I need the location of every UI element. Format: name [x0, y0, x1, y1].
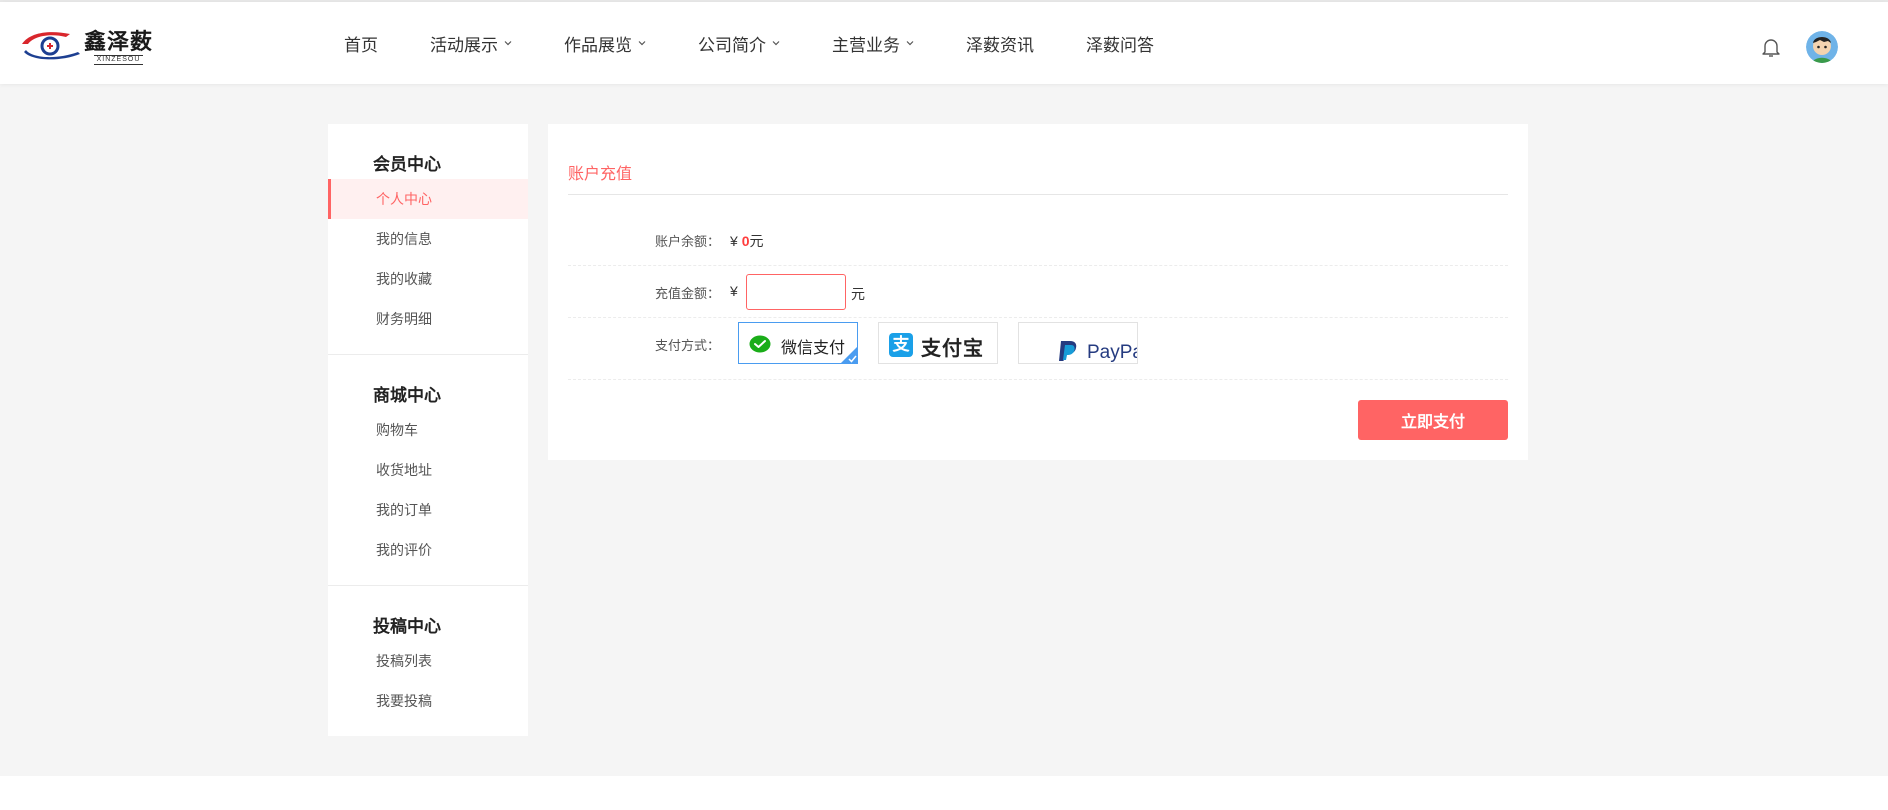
- sidebar-item-label: 我的信息: [376, 231, 432, 247]
- paypal-icon: [1059, 341, 1077, 361]
- sidebar-item-label: 个人中心: [376, 191, 432, 207]
- nav-item-label: 公司简介: [698, 35, 766, 55]
- sidebar-item-label: 投稿列表: [376, 653, 432, 669]
- logo-subtitle: XINZESOU: [93, 55, 144, 65]
- balance-value: ¥ 0元: [730, 231, 763, 251]
- unit-label: 元: [749, 233, 764, 249]
- sidebar-item-label: 购物车: [376, 422, 418, 438]
- sidebar-item-cart[interactable]: 购物车: [328, 410, 528, 450]
- payment-method-label: 支付方式：: [655, 338, 721, 353]
- logo[interactable]: 鑫泽薮 XINZESOU: [20, 30, 153, 65]
- nav-item-activities[interactable]: 活动展示: [430, 31, 512, 56]
- chevron-down-icon: [906, 41, 914, 46]
- amount-label: 充值金额：: [655, 286, 721, 301]
- sidebar-item-label: 收货地址: [376, 462, 432, 478]
- nav-item-label: 泽薮资讯: [966, 35, 1034, 55]
- avatar-image-icon: [1806, 31, 1838, 63]
- sidebar-item-label: 我的收藏: [376, 271, 432, 287]
- paypal-option[interactable]: PayPal: [1018, 322, 1138, 364]
- sidebar-item-label: 我的评价: [376, 542, 432, 558]
- page-title: 账户充值: [568, 166, 633, 183]
- payment-method-name: 微信支付: [781, 340, 846, 357]
- sidebar-item-label: 财务明细: [376, 311, 432, 327]
- chevron-down-icon: [772, 41, 780, 46]
- title-divider: [568, 194, 1508, 195]
- nav-item-home[interactable]: 首页: [344, 31, 378, 56]
- sidebar-item-address[interactable]: 收货地址: [328, 450, 528, 490]
- payment-method-name: PayPal: [1087, 342, 1137, 363]
- main-nav: 首页 活动展示 作品展览 公司简介 主营业务 泽薮资讯 泽薮问答: [344, 2, 1154, 84]
- currency-symbol: ¥: [730, 283, 738, 299]
- sidebar-item-submit[interactable]: 我要投稿: [328, 681, 528, 721]
- nav-item-label: 主营业务: [832, 35, 900, 55]
- sidebar: 会员中心 个人中心 我的信息 我的收藏 财务明细 商城中心 购物车 收货地址 我…: [328, 124, 528, 736]
- row-divider: [568, 317, 1508, 318]
- bell-icon[interactable]: [1760, 36, 1782, 58]
- alipay-option[interactable]: 支 支付宝: [878, 322, 998, 364]
- sidebar-item-favorites[interactable]: 我的收藏: [328, 259, 528, 299]
- sidebar-item-submissions[interactable]: 投稿列表: [328, 641, 528, 681]
- balance-label: 账户余额：: [655, 234, 721, 249]
- wechat-pay-option[interactable]: 微信支付: [738, 322, 858, 364]
- sidebar-group-title: 商城中心: [373, 386, 441, 405]
- nav-item-label: 泽薮问答: [1086, 35, 1154, 55]
- avatar[interactable]: [1806, 31, 1838, 63]
- pay-now-button[interactable]: 立即支付: [1358, 400, 1508, 440]
- sidebar-group-title: 会员中心: [373, 155, 441, 174]
- sidebar-item-label: 我要投稿: [376, 693, 432, 709]
- alipay-icon: 支: [889, 333, 913, 357]
- sidebar-item-my-info[interactable]: 我的信息: [328, 219, 528, 259]
- logo-text: 鑫泽薮 XINZESOU: [84, 30, 153, 65]
- nav-item-label: 首页: [344, 35, 378, 55]
- unit-label: 元: [851, 286, 865, 302]
- nav-item-company[interactable]: 公司简介: [698, 31, 780, 56]
- wechat-pay-icon: [749, 335, 771, 353]
- sidebar-divider: [328, 354, 528, 355]
- payment-method-name: 支付宝: [921, 338, 984, 360]
- logo-name: 鑫泽薮: [84, 29, 154, 55]
- nav-item-qa[interactable]: 泽薮问答: [1086, 31, 1154, 56]
- nav-item-label: 活动展示: [430, 35, 498, 55]
- logo-mark-icon: [22, 32, 80, 60]
- chevron-down-icon: [504, 41, 512, 46]
- sidebar-group-title: 投稿中心: [373, 617, 441, 636]
- sidebar-item-orders[interactable]: 我的订单: [328, 490, 528, 530]
- nav-item-label: 作品展览: [564, 35, 632, 55]
- sidebar-item-label: 我的订单: [376, 502, 432, 518]
- site-header: 鑫泽薮 XINZESOU 首页 活动展示 作品展览 公司简介 主营业务 泽薮资讯…: [0, 2, 1888, 84]
- nav-item-business[interactable]: 主营业务: [832, 31, 914, 56]
- amount-input[interactable]: [746, 274, 846, 310]
- selected-check-icon: [841, 347, 857, 363]
- sidebar-divider: [328, 585, 528, 586]
- sidebar-item-finance[interactable]: 财务明细: [328, 299, 528, 339]
- sidebar-item-personal-center[interactable]: 个人中心: [328, 179, 528, 219]
- nav-item-news[interactable]: 泽薮资讯: [966, 31, 1034, 56]
- chevron-down-icon: [638, 41, 646, 46]
- currency-symbol: ¥: [730, 233, 738, 249]
- nav-item-works[interactable]: 作品展览: [564, 31, 646, 56]
- recharge-panel: 账户充值 账户余额： ¥ 0元 充值金额： ¥ 元 支付方式： 微信支付 支 支…: [548, 124, 1528, 460]
- row-divider: [568, 265, 1508, 266]
- sidebar-item-reviews[interactable]: 我的评价: [328, 530, 528, 570]
- row-divider: [568, 379, 1508, 380]
